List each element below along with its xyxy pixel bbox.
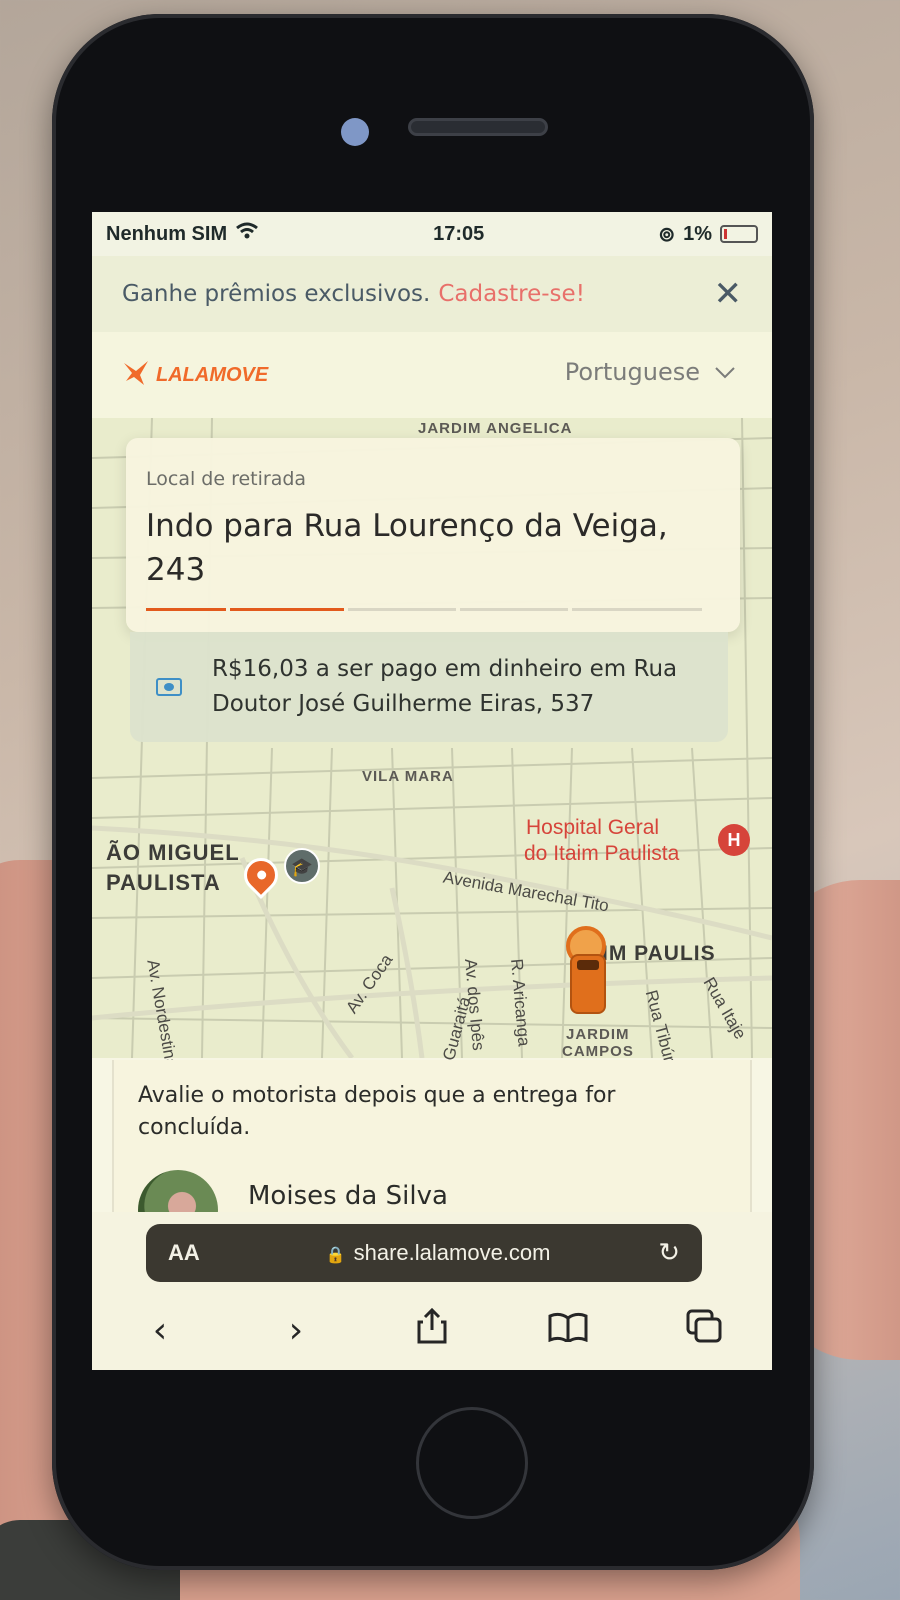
progress-step [460, 608, 568, 611]
pickup-card: Local de retirada Indo para Rua Lourenço… [126, 438, 740, 632]
reload-icon[interactable]: ↻ [658, 1238, 680, 1268]
lock-icon: 🔒 [325, 1247, 346, 1264]
tabs-icon[interactable] [674, 1309, 734, 1352]
delivery-truck-icon [570, 954, 606, 1014]
address-bar[interactable]: AA 🔒 share.lalamove.com ↻ [146, 1224, 702, 1282]
pickup-address: Indo para Rua Lourenço da Veiga, 243 [146, 508, 668, 588]
chevron-down-icon [714, 358, 736, 386]
map-label-sao-miguel: ÃO MIGUEL [106, 840, 240, 865]
clock: 17:05 [433, 222, 485, 245]
battery-icon [719, 225, 758, 243]
payment-text: R$16,03 a ser pago em dinheiro em Rua Do… [212, 656, 678, 717]
battery-percent: 1% [683, 222, 712, 245]
map-label-hospital: Hospital Geral [526, 816, 660, 839]
status-bar: Nenhum SIM 17:05 ⊚ 1% [92, 212, 772, 256]
bookmarks-icon[interactable] [538, 1310, 598, 1351]
browser-chrome: AA 🔒 share.lalamove.com ↻ ‹ › [92, 1212, 772, 1370]
bird-logo-icon [122, 359, 152, 391]
driver-sheet: Avalie o motorista depois que a entrega … [112, 1060, 752, 1250]
progress-step [572, 608, 702, 611]
front-camera [341, 118, 369, 146]
map-label-vila-mara: VILA MARA [362, 768, 454, 785]
school-icon: 🎓 [284, 848, 320, 884]
progress-step [348, 608, 456, 611]
browser-toolbar: ‹ › [92, 1300, 772, 1360]
language-label: Portuguese [564, 358, 700, 386]
progress-step [146, 608, 226, 611]
map-label-campos: CAMPOS [562, 1043, 634, 1060]
map-label-paulista: PAULISTA [106, 870, 221, 895]
brand-name: LALAMOVE [156, 363, 269, 386]
map-label-jardim-angelica: JARDIM ANGELICA [418, 420, 573, 437]
cash-icon [156, 678, 182, 696]
earpiece-speaker [408, 118, 548, 136]
carrier-label: Nenhum SIM [106, 222, 228, 245]
progress-step [230, 608, 344, 611]
home-button[interactable] [416, 1407, 528, 1519]
promo-text: Ganhe prêmios exclusivos. [122, 281, 431, 307]
reader-settings-button[interactable]: AA [168, 1240, 218, 1266]
driver-name: Moises da Silva [248, 1181, 448, 1211]
url-text: share.lalamove.com [353, 1240, 551, 1265]
signup-link[interactable]: Cadastre-se! [438, 281, 585, 307]
app-header: LALAMOVE Portuguese [92, 332, 772, 418]
language-selector[interactable]: Portuguese [565, 358, 736, 386]
phone-screen: Nenhum SIM 17:05 ⊚ 1% Ganhe prêmios excl… [92, 212, 772, 1370]
pickup-label: Local de retirada [146, 468, 307, 490]
map-label-hospital-2: do Itaim Paulista [524, 842, 680, 865]
close-icon[interactable]: ✕ [714, 274, 743, 314]
forward-icon[interactable]: › [266, 1310, 326, 1351]
wifi-icon [235, 222, 259, 246]
payment-card: R$16,03 a ser pago em dinheiro em Rua Do… [130, 632, 728, 742]
promo-banner: Ganhe prêmios exclusivos. Cadastre-se! ✕ [92, 256, 772, 332]
rate-driver-text: Avalie o motorista depois que a entrega … [138, 1083, 616, 1140]
share-icon[interactable] [402, 1307, 462, 1353]
delivery-progress [146, 608, 706, 612]
url-display[interactable]: 🔒 share.lalamove.com [218, 1240, 658, 1266]
map-label-itaim: IM PAULIS [602, 942, 716, 965]
lalamove-logo[interactable]: LALAMOVE [122, 359, 268, 391]
hospital-icon: H [718, 824, 750, 856]
orientation-lock-icon: ⊚ [658, 223, 676, 246]
map-label-jardim-campos: JARDIM [566, 1026, 630, 1043]
back-icon[interactable]: ‹ [130, 1310, 190, 1351]
